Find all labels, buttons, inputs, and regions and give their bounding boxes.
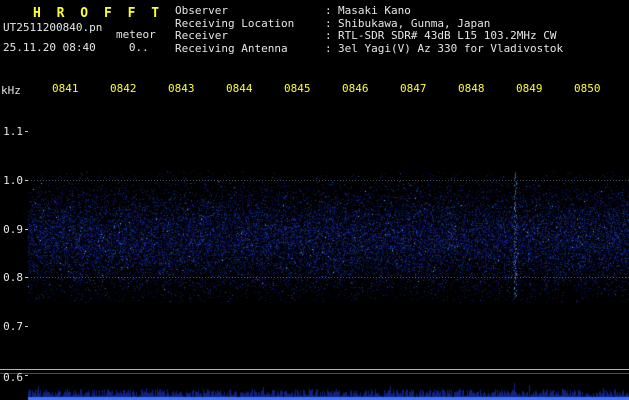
- info-value: Masaki Kano: [338, 5, 411, 18]
- info-label: Receiving Antenna: [175, 43, 325, 56]
- info-value: RTL-SDR SDR# 43dB L15 103.2MHz CW: [338, 30, 557, 43]
- level-strip-top-line: [0, 369, 629, 370]
- info-separator: :: [325, 43, 338, 56]
- time-tick-label: 0845: [284, 82, 311, 95]
- time-tick-label: 0848: [458, 82, 485, 95]
- output-filename: UT2511200840.pn: [3, 21, 102, 34]
- freq-tick-label: 1.0: [0, 174, 23, 187]
- info-row-receiver: Receiver : RTL-SDR SDR# 43dB L15 103.2MH…: [175, 30, 563, 43]
- time-tick-label: 0850: [574, 82, 601, 95]
- info-separator: :: [325, 30, 338, 43]
- info-label: Observer: [175, 5, 325, 18]
- hrofft-spectrogram-output: H R O F F T UT2511200840.pn meteor 25.11…: [0, 0, 629, 400]
- info-row-antenna: Receiving Antenna : 3el Yagi(V) Az 330 f…: [175, 43, 563, 56]
- freq-tick-mark: [25, 326, 28, 327]
- mode-label: meteor: [116, 28, 156, 41]
- gridline-0.8khz: [28, 277, 629, 278]
- info-label: Receiver: [175, 30, 325, 43]
- freq-tick-mark: [25, 131, 28, 132]
- time-tick-label: 0844: [226, 82, 253, 95]
- time-tick-label: 0849: [516, 82, 543, 95]
- freq-tick-label: 1.1: [0, 125, 23, 138]
- time-tick-label: 0846: [342, 82, 369, 95]
- freq-tick-mark: [25, 375, 28, 376]
- info-value: 3el Yagi(V) Az 330 for Vladivostok: [338, 43, 563, 56]
- info-separator: :: [325, 5, 338, 18]
- y-axis-unit-label: kHz: [1, 84, 21, 97]
- time-tick-label: 0842: [110, 82, 137, 95]
- freq-tick-mark: [25, 180, 28, 181]
- freq-tick-label: 0.9: [0, 223, 23, 236]
- app-title: H R O F F T: [33, 6, 163, 21]
- spectrogram-noise-canvas: [0, 0, 629, 400]
- station-info-block: Observer : Masaki Kano Receiving Locatio…: [175, 5, 563, 55]
- freq-tick-mark: [25, 277, 28, 278]
- time-tick-label: 0843: [168, 82, 195, 95]
- info-row-observer: Observer : Masaki Kano: [175, 5, 563, 18]
- freq-tick-label: 0.8: [0, 271, 23, 284]
- time-tick-label: 0847: [400, 82, 427, 95]
- datetime-line: 25.11.20 08:40 0..: [3, 41, 149, 54]
- level-strip-reference-line: [0, 373, 629, 374]
- time-tick-label: 0841: [52, 82, 79, 95]
- freq-tick-label: 0.7: [0, 320, 23, 333]
- gridline-1.0khz: [28, 180, 629, 181]
- freq-tick-mark: [25, 229, 28, 230]
- freq-tick-label: 0.6: [0, 371, 23, 384]
